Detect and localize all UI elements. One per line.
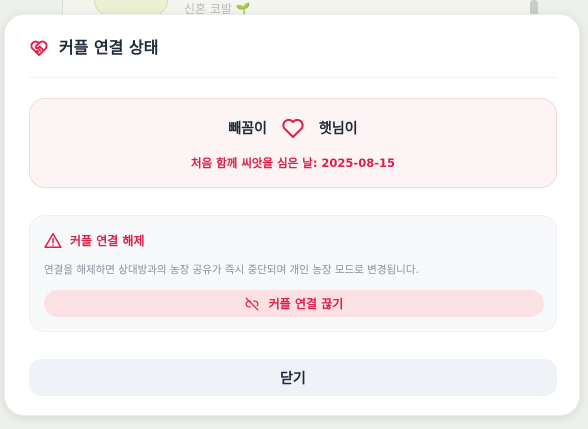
close-button-label: 닫기 [280,370,306,387]
couple-names-row: 빼꼼이 햇님이 [30,117,556,139]
unlink-icon [245,297,259,310]
partner-name-right: 햇님이 [319,121,358,137]
disconnect-section: 커플 연결 해제 연결을 해제하면 상대방과의 농장 공유가 즉시 중단되며 개… [29,215,557,332]
disconnect-title: 커플 연결 해제 [70,234,145,248]
partner-name-left: 빼꼼이 [228,121,267,137]
heart-icon [282,118,304,138]
disconnect-header: 커플 연결 해제 [44,232,145,249]
heart-handshake-icon [30,40,48,56]
disconnect-couple-button[interactable]: 커플 연결 끊기 [44,290,544,317]
disconnect-description: 연결을 해제하면 상대방과의 농장 공유가 즉시 중단되며 개인 농장 모드로 … [44,264,419,276]
warning-triangle-icon [44,233,62,248]
disconnect-button-label: 커플 연결 끊기 [268,297,344,311]
couple-start-date: 처음 함께 씨앗을 심은 날: 2025-08-15 [191,156,395,170]
close-button[interactable]: 닫기 [29,359,557,396]
modal-header: 커플 연결 상태 [29,37,557,78]
couple-info-card: 빼꼼이 햇님이 처음 함께 씨앗을 심은 날: 2025-08-15 [29,98,557,188]
modal-title: 커플 연결 상태 [59,38,159,57]
couple-status-modal: 커플 연결 상태 빼꼼이 햇님이 처음 함께 씨앗을 심은 날: 2025-08… [4,14,580,416]
